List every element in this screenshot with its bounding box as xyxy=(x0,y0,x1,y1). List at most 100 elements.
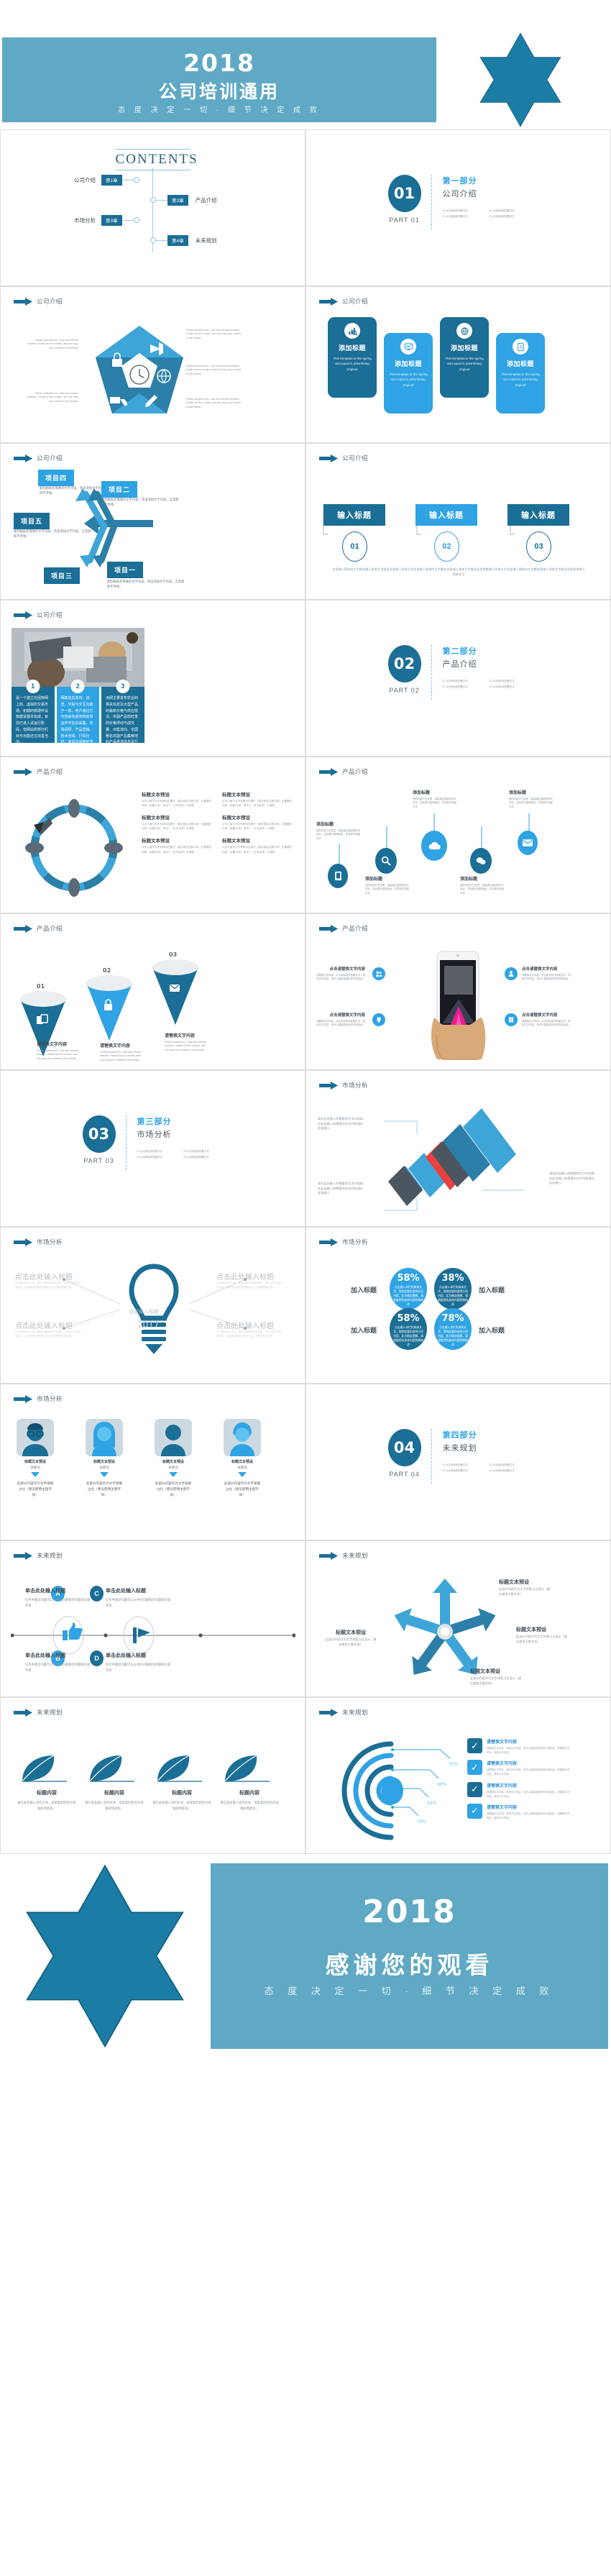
card-item[interactable]: 添加标题 This template is the spring and aut… xyxy=(328,317,377,398)
slide-cones[interactable]: 产品介绍 01 02 03 请替换文字内容 Please replace tex… xyxy=(0,913,306,1070)
pinwheel-body: 此部分内容作为文字排版占位显示（建议使用主题字体） xyxy=(516,1635,568,1643)
chain-text-block: 标题文本预设点击小窗中文字来移动位置升（建议使用主题字体）位置要放在移（设置/分… xyxy=(142,790,213,808)
slide-chain-circle[interactable]: 产品介绍 标题文本预设 点击小窗中文字来移动位置升（建议使用主题字体）位置要放在… xyxy=(0,757,306,913)
percent-value: 58% xyxy=(397,1273,420,1284)
team-member[interactable]: 标题文本预设 关键词 此部分内容作为文字排版占位（建议使用主题字体） xyxy=(155,1419,192,1497)
percent-value: 38% xyxy=(441,1273,464,1284)
cone-caption: 请替换文字内容 Please replace text , click add … xyxy=(165,1032,209,1052)
slide-part-03[interactable]: 03 PART 03 第三部分 市场分析 01 点击添加你的题文字 02 点击添… xyxy=(0,1070,306,1227)
percent-circle[interactable]: 58% 点击输入本栏的具体文字，简明扼要的说明分项内容，此为概念图解，请根据您的… xyxy=(390,1268,427,1310)
photo-cell[interactable]: 3 该网主要发布农业的相关信息及大型产品的最新价格与供应情况，农副产品较旺季的价… xyxy=(101,680,144,751)
slide-chevrons[interactable]: 市场分析 请在此处输入你需要的文字内容请在此处输入你需要的文字内容请在此处输入 … xyxy=(306,1070,611,1227)
leaf-item[interactable]: 标题内容 请在此处输入您的文本，或者复制您的文本粘贴到此处。 xyxy=(84,1754,144,1811)
leaf-body: 请在此处输入您的文本，或者复制您的文本粘贴到此处。 xyxy=(220,1801,279,1810)
leaf-body: 请在此处输入您的文本，或者复制您的文本粘贴到此处。 xyxy=(17,1801,76,1810)
fishbone-chip[interactable]: 项目三 xyxy=(44,567,81,584)
contents-item-2[interactable]: 第2章 产品介绍 xyxy=(150,194,217,206)
contents-item-1[interactable]: 公司介绍 第1章 xyxy=(74,174,139,186)
percent-circle[interactable]: 38% 点击输入本栏的具体文字，简明扼要的说明分项内容，此为概念图解，请根据您的… xyxy=(434,1268,472,1310)
phone-icon[interactable] xyxy=(328,864,348,888)
slide-pinwheel[interactable]: 未来规划 标题文本预设 此部分内容作为文字排版占位显示（建议使用主题字体） 标题… xyxy=(306,1540,611,1697)
leaf-item[interactable]: 标题内容 请在此处输入您的文本，或者复制您的文本粘贴到此处。 xyxy=(219,1754,280,1811)
contents-item-chip: 第4章 xyxy=(167,234,188,246)
arrow-right-icon xyxy=(319,1551,338,1560)
slide-header: 未来规划 xyxy=(319,1708,368,1717)
title-box[interactable]: 输入标题 xyxy=(323,504,385,526)
slide-phone[interactable]: 产品介绍 点击请替换文字内容 请替换文字内容，点击添加相关标题文字，修改文字内容… xyxy=(306,913,611,1070)
slide-timeline[interactable]: 未来规划 A 单击此处输入标题 任务中遇见问题可以从中的问题和的问题两方面专述 … xyxy=(0,1540,306,1697)
slide-header: 市场分析 xyxy=(319,1238,368,1246)
arrow-right-icon xyxy=(14,1551,32,1560)
title-box[interactable]: 输入标题 xyxy=(415,504,477,526)
cloud-icon[interactable] xyxy=(421,831,447,861)
chain-title: 标题文本预设 xyxy=(142,793,170,798)
thanks-year: 2018 xyxy=(362,1894,456,1930)
slide-team[interactable]: 市场分析 标题文本预设 关键词 此部分内容作为文字排版占位（建议使用主题字体） xyxy=(0,1384,306,1540)
phone-item-body: 请替换文字内容，点击添加相关标题文字，修改文字内容，也可以直接复制你的内容到此。 xyxy=(522,1020,571,1027)
mail-icon[interactable] xyxy=(518,831,538,855)
avatar xyxy=(86,1419,123,1456)
chain-body: 点击小窗中文字来移动位置升（建议使用主题字体）位置要放在移（设置/分布）单击了（… xyxy=(142,800,212,808)
slide-leaves[interactable]: 未来规划 标题内容 请在此处输入您的文本，或者复制您的文本粘贴到此处。 标题内容… xyxy=(0,1697,306,1854)
fishbone-chip[interactable]: 项目四 xyxy=(38,470,75,486)
slide-three-titles[interactable]: 公司介绍 输入标题 输入标题 输入标题 01 02 03 这里输入简单的文字概述… xyxy=(306,443,611,600)
slide-bulb[interactable]: 市场分析 点击此处输入标题 在文案中输入内容，建议中使用简洁的描述。不必过长才能… xyxy=(0,1227,306,1384)
avatar xyxy=(17,1419,54,1456)
slide-target[interactable]: 未来规划 35% 48% 62% 79% ✓ 请替换文字内容 请替换文字内容，修… xyxy=(306,1697,611,1854)
team-member[interactable]: 标题文本预设 关键词 此部分内容作为文字排版占位（建议使用主题字体） xyxy=(224,1419,261,1497)
part-bullet: 01 点击添加你的题文字 xyxy=(442,1463,468,1466)
team-member[interactable]: 标题文本预设 关键词 此部分内容作为文字排版占位（建议使用主题字体） xyxy=(17,1419,54,1497)
card-item[interactable]: 添加标题 This template is the spring and aut… xyxy=(440,317,489,398)
slide-part-04[interactable]: 04 PART 04 第四部分 未来规划 01 点击添加你的题文字 02 点击添… xyxy=(306,1384,611,1540)
check-item[interactable]: ✓ 请替换文字内容 请替换文字内容，修改文字内容，也可以直接复制你的内容到此。请替… xyxy=(467,1760,570,1776)
contents-node-dot xyxy=(133,217,139,223)
phone-text-block: 点击请替换文字内容 请替换文字内容，点击添加相关标题文字，修改文字内容，也可以直… xyxy=(522,1012,571,1028)
slide-icon-pins[interactable]: 产品介绍 添加标题 您的内容打在这里，或者通过复制您的文本后，在此框中选择粘贴，… xyxy=(306,757,611,913)
percent-circle[interactable]: 78% 点击输入本栏的具体文字，简明扼要的说明分项内容，此为概念图解，请根据您的… xyxy=(434,1308,472,1350)
slide-header: 公司介绍 xyxy=(14,297,63,306)
photo-cell[interactable]: 2 网集信息发布、浏览、交易与交互功能于一体，用户通过它可自由完成传统商贸运作中… xyxy=(56,680,99,751)
chain-title: 标题文本预设 xyxy=(142,816,170,821)
cover-year: 2018 xyxy=(183,49,255,77)
slide-part-02[interactable]: 02 PART 02 第二部分 产品介绍 01 点击添加你的题文字 02 点击添… xyxy=(306,600,611,757)
part-divider xyxy=(431,175,433,229)
pin-text-block: 添加标题 您的内容打在这里，或者通过复制您的文本后，在此框中选择粘贴，并选择只保… xyxy=(413,789,457,809)
title-box[interactable]: 输入标题 xyxy=(507,504,569,526)
slide-photo-team[interactable]: 公司介绍 1 是一个建立在因特网上的、虚拟的交易市场、初期的软硬件设施建设基本完… xyxy=(0,600,306,757)
pin-text-block: 添加标题 您的内容打在这里，或者通过复制您的文本后，在此框中选择粘贴，并选择只保… xyxy=(509,789,553,809)
title-number: 01 xyxy=(342,531,367,562)
check-item[interactable]: ✓ 请替换文字内容 请替换文字内容，修改文字内容，也可以直接复制你的内容到此。请替… xyxy=(467,1781,570,1799)
contents-item-3[interactable]: 市场分析 第3章 xyxy=(74,214,139,226)
slide-percent-circles[interactable]: 市场分析 58% 点击输入本栏的具体文字，简明扼要的说明分项内容，此为概念图解，… xyxy=(306,1227,611,1384)
card-item[interactable]: $ 添加标题 This template is the spring and a… xyxy=(496,333,545,414)
cone-number: 03 xyxy=(169,951,178,958)
leaf-title: 标题内容 xyxy=(104,1791,124,1796)
photo-cell[interactable]: 1 是一个建立在因特网上的、虚拟的交易市场、初期的软硬件设施建设基本完成，目前已… xyxy=(12,680,55,744)
search-icon[interactable] xyxy=(375,848,397,874)
contents-item-4[interactable]: 第4章 未来规划 xyxy=(150,234,217,246)
slide-pentagon[interactable]: 公司介绍 Please duplicate text , click and r… xyxy=(0,286,306,443)
slide-contents[interactable]: CONTENTS 公司介绍 第1章 第2章 产品介绍 市场分析 第3章 第4章 … xyxy=(0,129,306,286)
phone-text-block: 点击请替换文字内容 请替换文字内容，点击添加相关标题文字，修改文字内容，也可以直… xyxy=(316,966,365,982)
slide-row-11: 未来规划 标题内容 请在此处输入您的文本，或者复制您的文本粘贴到此处。 标题内容… xyxy=(0,1697,611,1854)
slide-row-9: 市场分析 标题文本预设 关键词 此部分内容作为文字排版占位（建议使用主题字体） xyxy=(0,1384,611,1540)
slide-header: 未来规划 xyxy=(319,1551,368,1560)
part-bullet: 04 点击添加你的题文字 xyxy=(183,1156,209,1159)
fishbone-chip[interactable]: 项目二 xyxy=(101,481,138,498)
check-item[interactable]: ✓ 请替换文字内容 请替换文字内容，修改文字内容，也可以直接复制你的内容到此。请替… xyxy=(467,1803,570,1820)
team-member[interactable]: 标题文本预设 关键词 此部分内容作为文字排版占位（建议使用主题字体） xyxy=(86,1419,123,1497)
fishbone-chip[interactable]: 项目一 xyxy=(107,562,144,578)
cone-caption-title: 请替换文字内容 xyxy=(165,1034,196,1038)
fishbone-chip[interactable]: 项目五 xyxy=(14,513,50,529)
card-item[interactable]: 添加标题 This template is the spring and aut… xyxy=(384,333,433,414)
slide-cards[interactable]: 公司介绍 添加标题 This template is the spring an… xyxy=(306,286,611,443)
slide-part-01[interactable]: 01 PART 01 第一部分 公司介绍 01 点击添加你的题文字 02 点击添… xyxy=(306,129,611,286)
leaf-item[interactable]: 标题内容 请在此处输入您的文本，或者复制您的文本粘贴到此处。 xyxy=(152,1754,212,1811)
percent-circle[interactable]: 58% 点击输入本栏的具体文字，简明扼要的说明分项内容，此为概念图解，请根据您的… xyxy=(390,1308,427,1350)
leaf-item[interactable]: 标题内容 请在此处输入您的文本，或者复制您的文本粘贴到此处。 xyxy=(17,1754,77,1811)
slide-row-5: 产品介绍 标题文本预设 点击小窗中文字来移动位置升（建议使用主题字体）位置要放在… xyxy=(0,757,611,913)
chat-icon[interactable] xyxy=(470,848,492,874)
cover-subtitle: 态 度 决 定 一 切 · 细 节 决 定 成 败 xyxy=(118,106,321,114)
slide-fishbone[interactable]: 公司介绍 项目四 复制粘贴您需要的文字内容，单击添加文字内容，言简意赅不罗嗦。 … xyxy=(0,443,306,600)
check-item[interactable]: ✓ 请替换文字内容 请替换文字内容，修改文字内容，也可以直接复制你的内容到此。请替… xyxy=(467,1738,570,1755)
